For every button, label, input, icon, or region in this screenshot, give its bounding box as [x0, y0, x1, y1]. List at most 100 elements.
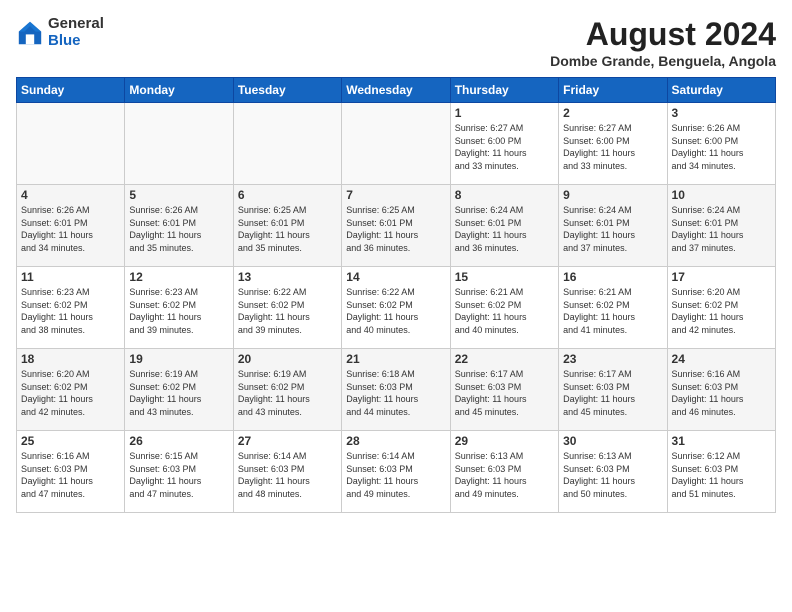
week-row-5: 25Sunrise: 6:16 AM Sunset: 6:03 PM Dayli… [17, 431, 776, 513]
day-info: Sunrise: 6:24 AM Sunset: 6:01 PM Dayligh… [563, 204, 662, 254]
month-year: August 2024 [550, 16, 776, 53]
day-number: 17 [672, 270, 771, 284]
day-number: 22 [455, 352, 554, 366]
day-number: 14 [346, 270, 445, 284]
calendar-cell [342, 103, 450, 185]
calendar-cell [125, 103, 233, 185]
calendar-cell: 27Sunrise: 6:14 AM Sunset: 6:03 PM Dayli… [233, 431, 341, 513]
calendar-cell [17, 103, 125, 185]
day-info: Sunrise: 6:22 AM Sunset: 6:02 PM Dayligh… [346, 286, 445, 336]
weekday-header-saturday: Saturday [667, 78, 775, 103]
day-number: 10 [672, 188, 771, 202]
logo-icon [16, 19, 44, 47]
day-number: 5 [129, 188, 228, 202]
weekday-header-monday: Monday [125, 78, 233, 103]
day-number: 24 [672, 352, 771, 366]
day-number: 8 [455, 188, 554, 202]
logo-general: General [48, 16, 104, 33]
day-number: 11 [21, 270, 120, 284]
day-info: Sunrise: 6:23 AM Sunset: 6:02 PM Dayligh… [21, 286, 120, 336]
week-row-1: 1 Sunrise: 6:27 AM Sunset: 6:00 PM Daylig… [17, 103, 776, 185]
calendar-cell: 15 Sunrise: 6:21 AM Sunset: 6:02 PM Dayli… [450, 267, 558, 349]
week-row-3: 11 Sunrise: 6:23 AM Sunset: 6:02 PM Dayli… [17, 267, 776, 349]
calendar-cell: 14 Sunrise: 6:22 AM Sunset: 6:02 PM Dayli… [342, 267, 450, 349]
weekday-header-friday: Friday [559, 78, 667, 103]
day-info: Sunrise: 6:18 AM Sunset: 6:03 PM Dayligh… [346, 368, 445, 418]
weekday-header-wednesday: Wednesday [342, 78, 450, 103]
logo-text: General Blue [48, 16, 104, 49]
calendar-cell: 19Sunrise: 6:19 AM Sunset: 6:02 PM Dayli… [125, 349, 233, 431]
day-number: 31 [672, 434, 771, 448]
weekday-header-thursday: Thursday [450, 78, 558, 103]
calendar-cell: 9 Sunrise: 6:24 AM Sunset: 6:01 PM Daylig… [559, 185, 667, 267]
day-number: 20 [238, 352, 337, 366]
day-number: 18 [21, 352, 120, 366]
day-number: 4 [21, 188, 120, 202]
day-info: Sunrise: 6:27 AM Sunset: 6:00 PM Dayligh… [563, 122, 662, 172]
day-number: 7 [346, 188, 445, 202]
day-number: 16 [563, 270, 662, 284]
week-row-4: 18 Sunrise: 6:20 AM Sunset: 6:02 PM Dayli… [17, 349, 776, 431]
weekday-header-tuesday: Tuesday [233, 78, 341, 103]
logo: General Blue [16, 16, 104, 49]
day-number: 27 [238, 434, 337, 448]
calendar-cell: 11 Sunrise: 6:23 AM Sunset: 6:02 PM Dayli… [17, 267, 125, 349]
day-info: Sunrise: 6:12 AM Sunset: 6:03 PM Dayligh… [672, 450, 771, 500]
calendar-cell: 17Sunrise: 6:20 AM Sunset: 6:02 PM Dayli… [667, 267, 775, 349]
day-info: Sunrise: 6:24 AM Sunset: 6:01 PM Dayligh… [672, 204, 771, 254]
day-number: 6 [238, 188, 337, 202]
calendar-cell: 26Sunrise: 6:15 AM Sunset: 6:03 PM Dayli… [125, 431, 233, 513]
calendar-cell: 29Sunrise: 6:13 AM Sunset: 6:03 PM Dayli… [450, 431, 558, 513]
calendar-cell: 12Sunrise: 6:23 AM Sunset: 6:02 PM Dayli… [125, 267, 233, 349]
day-info: Sunrise: 6:13 AM Sunset: 6:03 PM Dayligh… [563, 450, 662, 500]
day-number: 2 [563, 106, 662, 120]
calendar-cell: 21Sunrise: 6:18 AM Sunset: 6:03 PM Dayli… [342, 349, 450, 431]
day-info: Sunrise: 6:17 AM Sunset: 6:03 PM Dayligh… [563, 368, 662, 418]
day-info: Sunrise: 6:17 AM Sunset: 6:03 PM Dayligh… [455, 368, 554, 418]
day-info: Sunrise: 6:21 AM Sunset: 6:02 PM Dayligh… [455, 286, 554, 336]
calendar-cell: 4 Sunrise: 6:26 AM Sunset: 6:01 PM Daylig… [17, 185, 125, 267]
day-number: 13 [238, 270, 337, 284]
day-info: Sunrise: 6:24 AM Sunset: 6:01 PM Dayligh… [455, 204, 554, 254]
calendar-cell: 10 Sunrise: 6:24 AM Sunset: 6:01 PM Dayli… [667, 185, 775, 267]
calendar-cell: 28Sunrise: 6:14 AM Sunset: 6:03 PM Dayli… [342, 431, 450, 513]
day-info: Sunrise: 6:20 AM Sunset: 6:02 PM Dayligh… [21, 368, 120, 418]
calendar-cell: 20 Sunrise: 6:19 AM Sunset: 6:02 PM Dayli… [233, 349, 341, 431]
day-number: 30 [563, 434, 662, 448]
week-row-2: 4 Sunrise: 6:26 AM Sunset: 6:01 PM Daylig… [17, 185, 776, 267]
weekday-header-sunday: Sunday [17, 78, 125, 103]
day-number: 9 [563, 188, 662, 202]
day-number: 12 [129, 270, 228, 284]
calendar-cell: 18 Sunrise: 6:20 AM Sunset: 6:02 PM Dayli… [17, 349, 125, 431]
day-info: Sunrise: 6:26 AM Sunset: 6:00 PM Dayligh… [672, 122, 771, 172]
day-number: 15 [455, 270, 554, 284]
weekday-header-row: SundayMondayTuesdayWednesdayThursdayFrid… [17, 78, 776, 103]
day-info: Sunrise: 6:21 AM Sunset: 6:02 PM Dayligh… [563, 286, 662, 336]
calendar-table: SundayMondayTuesdayWednesdayThursdayFrid… [16, 77, 776, 513]
day-info: Sunrise: 6:19 AM Sunset: 6:02 PM Dayligh… [238, 368, 337, 418]
calendar-cell: 22 Sunrise: 6:17 AM Sunset: 6:03 PM Dayli… [450, 349, 558, 431]
day-info: Sunrise: 6:25 AM Sunset: 6:01 PM Dayligh… [238, 204, 337, 254]
day-info: Sunrise: 6:16 AM Sunset: 6:03 PM Dayligh… [21, 450, 120, 500]
day-number: 3 [672, 106, 771, 120]
day-info: Sunrise: 6:15 AM Sunset: 6:03 PM Dayligh… [129, 450, 228, 500]
day-number: 1 [455, 106, 554, 120]
day-number: 23 [563, 352, 662, 366]
day-info: Sunrise: 6:14 AM Sunset: 6:03 PM Dayligh… [346, 450, 445, 500]
calendar-cell: 2 Sunrise: 6:27 AM Sunset: 6:00 PM Daylig… [559, 103, 667, 185]
day-info: Sunrise: 6:27 AM Sunset: 6:00 PM Dayligh… [455, 122, 554, 172]
calendar-cell: 1 Sunrise: 6:27 AM Sunset: 6:00 PM Daylig… [450, 103, 558, 185]
day-info: Sunrise: 6:25 AM Sunset: 6:01 PM Dayligh… [346, 204, 445, 254]
day-info: Sunrise: 6:22 AM Sunset: 6:02 PM Dayligh… [238, 286, 337, 336]
calendar-cell: 31 Sunrise: 6:12 AM Sunset: 6:03 PM Dayli… [667, 431, 775, 513]
day-info: Sunrise: 6:19 AM Sunset: 6:02 PM Dayligh… [129, 368, 228, 418]
calendar-cell [233, 103, 341, 185]
day-info: Sunrise: 6:26 AM Sunset: 6:01 PM Dayligh… [21, 204, 120, 254]
title-block: August 2024 Dombe Grande, Benguela, Ango… [550, 16, 776, 69]
calendar-cell: 23 Sunrise: 6:17 AM Sunset: 6:03 PM Dayli… [559, 349, 667, 431]
page-header: General Blue August 2024 Dombe Grande, B… [16, 16, 776, 69]
calendar-cell: 16 Sunrise: 6:21 AM Sunset: 6:02 PM Dayli… [559, 267, 667, 349]
day-info: Sunrise: 6:13 AM Sunset: 6:03 PM Dayligh… [455, 450, 554, 500]
calendar-cell: 25Sunrise: 6:16 AM Sunset: 6:03 PM Dayli… [17, 431, 125, 513]
calendar-cell: 24Sunrise: 6:16 AM Sunset: 6:03 PM Dayli… [667, 349, 775, 431]
